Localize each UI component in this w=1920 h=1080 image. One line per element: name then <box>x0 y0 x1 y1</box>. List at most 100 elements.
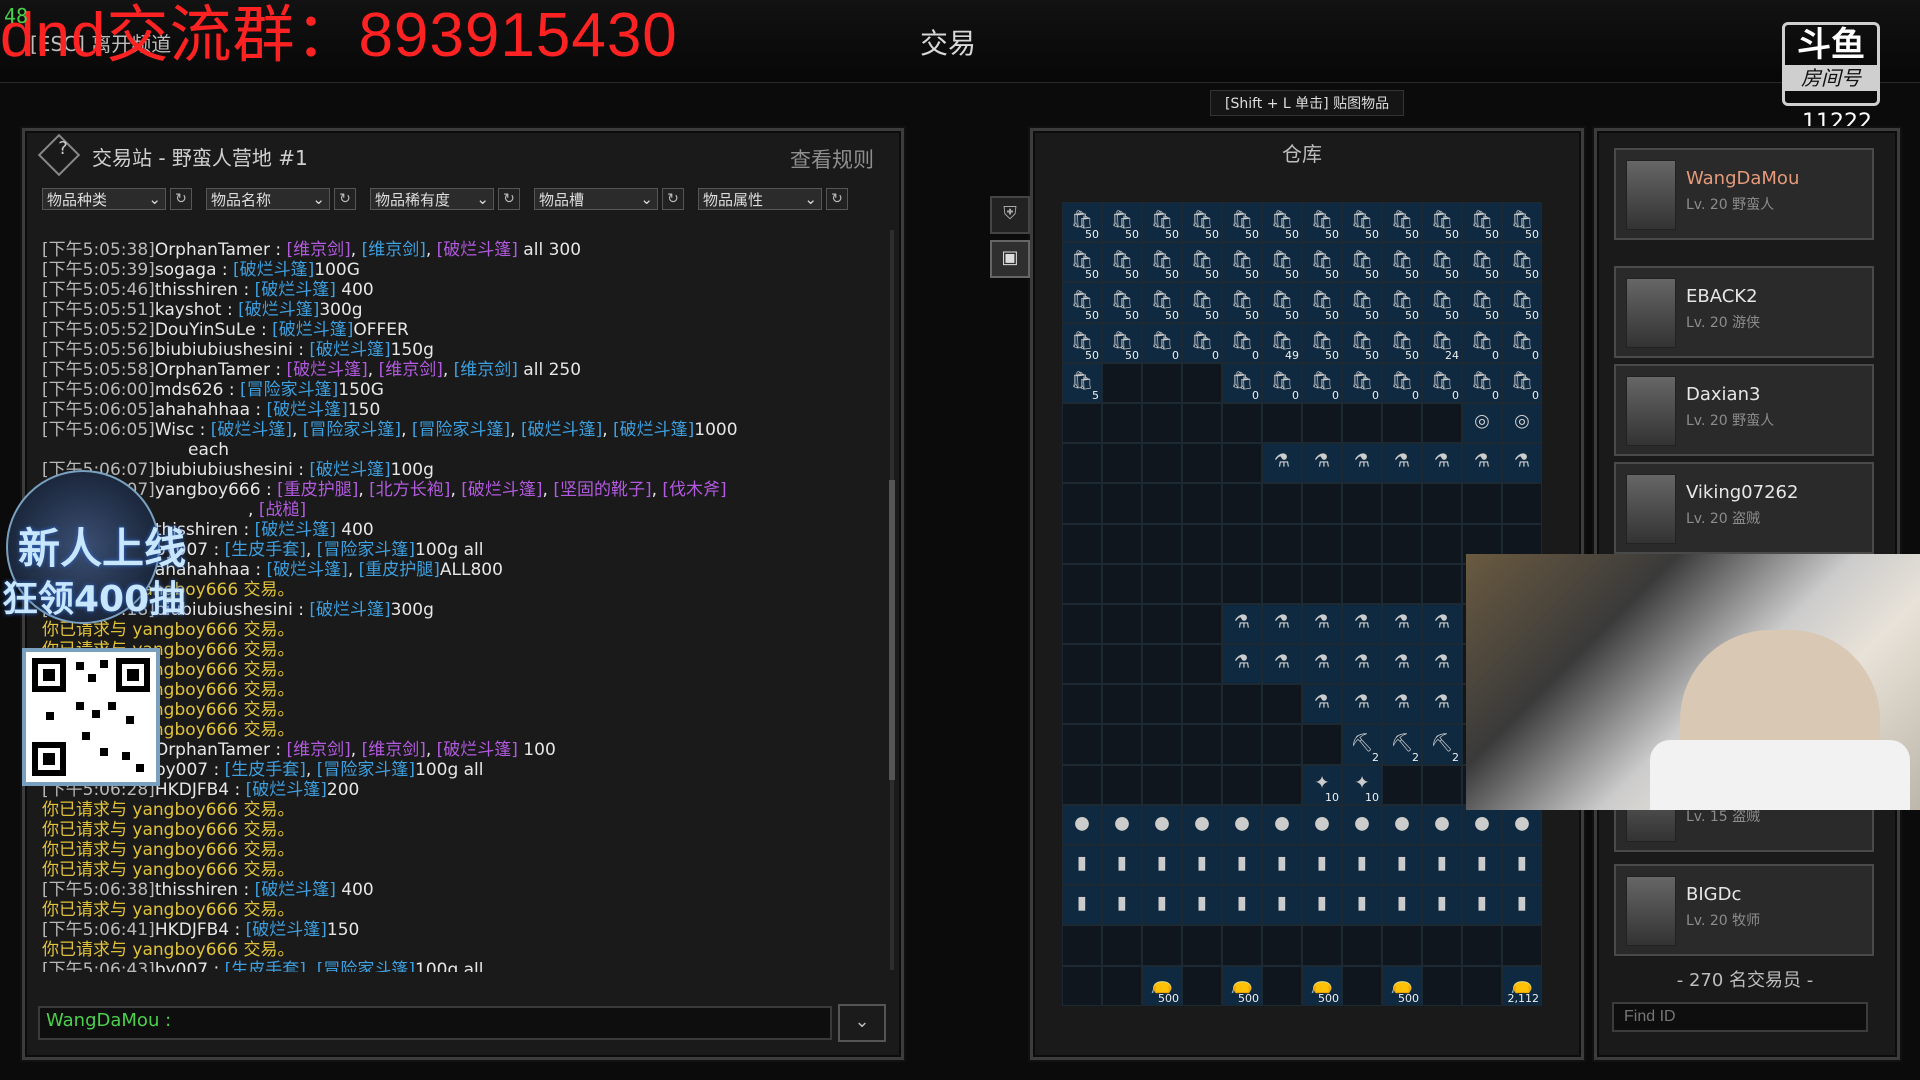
stash-slot[interactable]: ⚗ <box>1222 644 1262 685</box>
stash-slot[interactable]: 🛍 50 <box>1462 242 1502 283</box>
stash-slot[interactable]: ⚗ <box>1422 644 1462 685</box>
stash-slot[interactable]: 🛍 0 <box>1222 322 1262 363</box>
stash-slot[interactable]: ▮ <box>1142 845 1182 886</box>
item-link[interactable]: [破烂斗篷] <box>255 520 336 540</box>
stash-slot[interactable]: 🛍 50 <box>1102 202 1142 243</box>
item-link[interactable]: [破烂斗篷] <box>233 260 314 280</box>
stash-slot[interactable]: 🛍 0 <box>1462 322 1502 363</box>
stash-slot[interactable] <box>1422 965 1462 1006</box>
stash-slot[interactable] <box>1102 644 1142 685</box>
chat-username[interactable]: mds626 : <box>155 380 240 400</box>
refresh-icon[interactable]: ↻ <box>334 188 356 210</box>
stash-slot[interactable] <box>1142 925 1182 966</box>
stash-slot[interactable] <box>1062 724 1102 765</box>
trader-card[interactable]: EBACK2 Lv. 20 游侠 <box>1614 266 1874 358</box>
stash-slot[interactable]: ⚗ <box>1462 443 1502 484</box>
trader-card[interactable]: BIGDc Lv. 20 牧师 <box>1614 864 1874 956</box>
chat-username[interactable]: DouYinSuLe : <box>155 320 272 340</box>
stash-slot[interactable] <box>1222 443 1262 484</box>
stash-slot[interactable]: ◎ <box>1462 402 1502 444</box>
item-link[interactable]: [破烂斗篷] <box>272 320 353 340</box>
stash-slot[interactable] <box>1182 483 1222 524</box>
chat-username[interactable]: HKDJFB4 : <box>155 920 246 940</box>
stash-slot[interactable]: 🛍 50 <box>1182 242 1222 283</box>
stash-slot[interactable]: 🛍 50 <box>1182 282 1222 323</box>
stash-slot[interactable] <box>1222 925 1262 966</box>
stash-slot[interactable]: 🛍 0 <box>1382 362 1422 403</box>
stash-slot[interactable]: ● <box>1382 804 1422 845</box>
stash-slot[interactable]: ▮ <box>1222 845 1262 886</box>
item-link[interactable]: [冒险家斗篷] <box>240 380 338 400</box>
stash-slot[interactable] <box>1142 724 1182 765</box>
stash-slot[interactable]: ▮ <box>1502 885 1542 926</box>
stash-slot[interactable] <box>1422 402 1462 444</box>
item-link[interactable]: [破烂斗篷] <box>267 560 348 580</box>
item-link[interactable]: [破烂斗篷] <box>267 400 348 420</box>
stash-slot[interactable]: ▮ <box>1102 885 1142 926</box>
stash-slot[interactable] <box>1222 764 1262 805</box>
stash-slot[interactable] <box>1062 523 1102 564</box>
stash-slot[interactable] <box>1382 402 1422 444</box>
item-link[interactable]: [破烂斗篷] <box>255 280 336 300</box>
stash-slot[interactable] <box>1262 402 1302 444</box>
stash-slot[interactable]: 🛍 50 <box>1302 242 1342 283</box>
stash-slot[interactable]: 🛍 50 <box>1142 202 1182 243</box>
stash-slot[interactable] <box>1302 925 1342 966</box>
stash-slot[interactable]: ▮ <box>1062 885 1102 926</box>
stash-slot[interactable]: 🛍 50 <box>1462 202 1502 243</box>
stash-slot[interactable]: ▮ <box>1062 845 1102 886</box>
stash-slot[interactable]: 🛍 50 <box>1062 242 1102 283</box>
chat-expand-button[interactable]: ⌄ <box>838 1004 886 1042</box>
stash-slot[interactable] <box>1062 402 1102 444</box>
trader-card[interactable]: Daxian3 Lv. 20 野蛮人 <box>1614 364 1874 456</box>
stash-slot[interactable]: ⚗ <box>1342 684 1382 725</box>
view-rules-button[interactable]: 查看规则 <box>790 144 874 174</box>
stash-slot[interactable]: 🛍 50 <box>1302 322 1342 363</box>
stash-slot[interactable] <box>1262 523 1302 564</box>
stash-slot[interactable]: ⚗ <box>1222 603 1262 645</box>
stash-slot[interactable]: ▮ <box>1342 845 1382 886</box>
stash-slot[interactable] <box>1382 483 1422 524</box>
stash-slot[interactable]: 🛍 50 <box>1422 202 1462 243</box>
item-link[interactable]: [冒险家斗篷] <box>317 960 415 972</box>
item-link[interactable]: [坚固的靴子] <box>553 480 651 500</box>
stash-slot[interactable] <box>1102 724 1142 765</box>
stash-slot[interactable]: 🛍 50 <box>1462 282 1502 323</box>
stash-slot[interactable] <box>1062 603 1102 645</box>
stash-slot[interactable]: 👝 500 <box>1222 965 1262 1006</box>
stash-slot[interactable] <box>1142 523 1182 564</box>
stash-slot[interactable]: 👝 500 <box>1142 965 1182 1006</box>
stash-slot[interactable]: 🛍 50 <box>1222 202 1262 243</box>
stash-tab-chest[interactable]: ▣ <box>990 240 1030 278</box>
item-link[interactable]: [破烂斗篷] <box>461 480 542 500</box>
item-link[interactable]: [破烂斗篷] <box>521 420 602 440</box>
stash-slot[interactable] <box>1462 483 1502 524</box>
stash-slot[interactable]: ● <box>1342 804 1382 845</box>
stash-slot[interactable]: ▮ <box>1462 845 1502 886</box>
stash-slot[interactable]: ▮ <box>1182 885 1222 926</box>
stash-slot[interactable]: 🛍 50 <box>1262 202 1302 243</box>
chat-username[interactable]: OrphanTamer : <box>155 240 287 260</box>
stash-slot[interactable]: ▮ <box>1462 885 1502 926</box>
chat-username[interactable]: kayshot : <box>155 300 238 320</box>
refresh-icon[interactable]: ↻ <box>662 188 684 210</box>
stash-slot[interactable] <box>1142 443 1182 484</box>
stash-slot[interactable] <box>1342 965 1382 1006</box>
stash-slot[interactable]: ▮ <box>1142 885 1182 926</box>
item-link[interactable]: [维京剑] <box>286 740 350 760</box>
chat-username[interactable]: OrphanTamer : <box>155 360 287 380</box>
stash-slot[interactable]: 🛍 50 <box>1222 282 1262 323</box>
stash-slot[interactable] <box>1062 563 1102 604</box>
item-link[interactable]: [重皮护腿] <box>277 480 358 500</box>
item-link[interactable]: [冒险家斗篷] <box>317 540 415 560</box>
stash-slot[interactable]: ⚗ <box>1262 603 1302 645</box>
stash-slot[interactable]: 🛍 50 <box>1142 282 1182 323</box>
stash-slot[interactable] <box>1182 523 1222 564</box>
item-link[interactable]: [维京剑] <box>286 240 350 260</box>
stash-slot[interactable] <box>1222 523 1262 564</box>
stash-slot[interactable] <box>1342 523 1382 564</box>
stash-slot[interactable]: 👝 500 <box>1382 965 1422 1006</box>
stash-slot[interactable] <box>1342 925 1382 966</box>
filter-dropdown[interactable]: 物品种类 ⌄ <box>42 188 166 210</box>
item-link[interactable]: [重皮护腿] <box>359 560 440 580</box>
